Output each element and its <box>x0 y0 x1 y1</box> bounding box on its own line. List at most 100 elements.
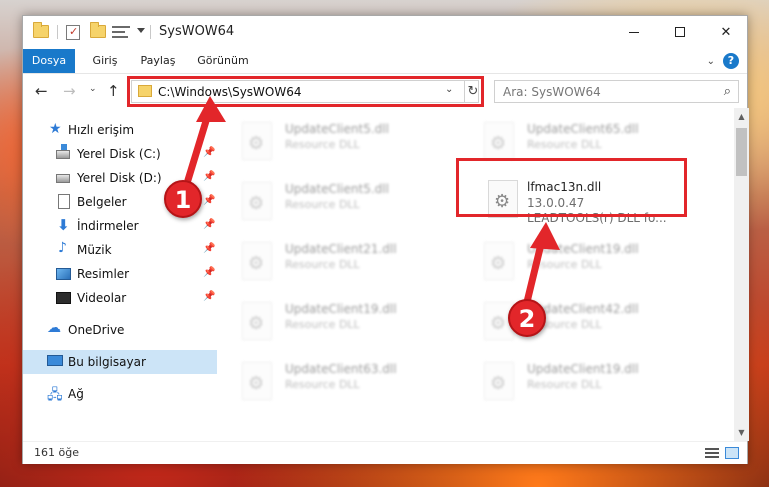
scroll-up-icon[interactable]: ▲ <box>734 108 749 125</box>
tab-share[interactable]: Paylaş <box>133 49 183 73</box>
computer-icon <box>47 355 63 366</box>
dll-file-icon <box>242 242 272 280</box>
search-box[interactable]: Ara: SysWOW64 ⌕ <box>494 80 739 103</box>
file-name: UpdateClient19.dll <box>285 302 397 316</box>
file-name: UpdateClient21.dll <box>285 242 397 256</box>
file-description: Resource DLL <box>285 378 360 391</box>
ribbon-expand-icon[interactable]: ⌄ <box>707 56 715 67</box>
pin-icon[interactable]: 📌 <box>203 147 215 158</box>
up-arrow-icon[interactable]: ↑ <box>107 82 120 100</box>
qat-separator <box>57 25 58 39</box>
sidebar-item-label: Müzik <box>77 243 112 257</box>
file-description: Resource DLL <box>285 198 360 211</box>
close-button[interactable]: ✕ <box>703 16 749 48</box>
step-badge-1: 1 <box>164 180 202 218</box>
maximize-button[interactable] <box>657 16 703 48</box>
pin-icon[interactable]: 📌 <box>203 171 215 182</box>
back-arrow-icon[interactable]: ← <box>35 82 48 100</box>
star-icon: ★ <box>49 121 62 137</box>
qat-dropdown-icon[interactable] <box>137 28 145 33</box>
close-icon: ✕ <box>720 24 732 40</box>
search-icon[interactable]: ⌕ <box>724 84 731 99</box>
sidebar-item-label: OneDrive <box>68 323 125 337</box>
sidebar-item-downloads[interactable]: ⬇ İndirmeler 📌 <box>23 214 217 238</box>
sidebar-item-label: Ağ <box>68 387 84 401</box>
forward-arrow-icon[interactable]: → <box>63 82 76 100</box>
sidebar-item-label: Resimler <box>77 267 130 281</box>
file-name: UpdateClient19.dll <box>527 362 639 376</box>
file-item[interactable]: UpdateClient5.dll Resource DLL <box>237 118 467 168</box>
tab-view[interactable]: Görünüm <box>191 49 255 73</box>
pictures-icon <box>56 268 71 280</box>
window-title: SysWOW64 <box>159 24 235 39</box>
sidebar-item-pictures[interactable]: Resimler 📌 <box>23 262 217 286</box>
dll-file-icon <box>484 242 514 280</box>
drive-icon <box>56 144 70 159</box>
large-icons-view-icon[interactable] <box>725 447 739 459</box>
properties-check-icon[interactable] <box>66 25 80 40</box>
file-description: Resource DLL <box>527 258 602 271</box>
file-item[interactable]: UpdateClient21.dll Resource DLL <box>237 238 467 288</box>
pin-icon[interactable]: 📌 <box>203 243 215 254</box>
dll-file-icon <box>242 122 272 160</box>
music-icon: ♪ <box>58 240 67 256</box>
dll-file-icon <box>484 362 514 400</box>
details-view-icon[interactable] <box>705 447 719 459</box>
dll-file-icon <box>242 362 272 400</box>
search-placeholder: Ara: SysWOW64 <box>503 85 601 99</box>
cloud-icon: ☁ <box>47 320 61 336</box>
scroll-thumb[interactable] <box>736 128 747 176</box>
pin-icon[interactable]: 📌 <box>203 291 215 302</box>
file-name: UpdateClient65.dll <box>527 122 639 136</box>
dll-file-icon <box>484 122 514 160</box>
scroll-down-icon[interactable]: ▼ <box>734 424 749 441</box>
maximize-icon <box>675 27 685 37</box>
drive-icon <box>56 174 70 183</box>
navigation-pane: ★ Hızlı erişim Yerel Disk (C:) 📌 Yerel D… <box>23 108 217 441</box>
file-name: UpdateClient19.dll <box>527 242 639 256</box>
file-description: Resource DLL <box>285 318 360 331</box>
file-highlight-box <box>456 158 687 217</box>
video-icon <box>56 292 71 304</box>
help-icon[interactable]: ? <box>723 53 739 69</box>
file-description: Resource DLL <box>285 258 360 271</box>
pin-icon[interactable]: 📌 <box>203 195 215 206</box>
file-item[interactable]: UpdateClient5.dll Resource DLL <box>237 178 467 228</box>
file-description: Resource DLL <box>527 138 602 151</box>
sidebar-item-quick-access[interactable]: ★ Hızlı erişim <box>23 118 217 142</box>
recent-locations-icon[interactable]: ⌄ <box>89 84 97 94</box>
tab-home[interactable]: Giriş <box>83 49 127 73</box>
sidebar-item-onedrive[interactable]: ☁ OneDrive <box>23 318 217 342</box>
sidebar-item-music[interactable]: ♪ Müzik 📌 <box>23 238 217 262</box>
download-icon: ⬇ <box>57 216 70 234</box>
sidebar-item-network[interactable]: 🖧 Ağ <box>23 382 217 406</box>
file-name: UpdateClient5.dll <box>285 122 389 136</box>
sidebar-item-label: Bu bilgisayar <box>68 355 146 369</box>
network-icon: 🖧 <box>47 387 63 403</box>
vertical-scrollbar[interactable]: ▲ ▼ <box>734 108 749 441</box>
sidebar-item-label: Yerel Disk (C:) <box>77 147 161 161</box>
file-item[interactable]: UpdateClient19.dll Resource DLL <box>237 298 467 348</box>
step-badge-2: 2 <box>508 299 546 337</box>
dll-file-icon <box>242 182 272 220</box>
sidebar-item-label: Belgeler <box>77 195 127 209</box>
ribbon-tabs: Dosya Giriş Paylaş Görünüm ⌄ ? <box>23 49 747 99</box>
sidebar-item-local-disk-c[interactable]: Yerel Disk (C:) 📌 <box>23 142 217 166</box>
file-item[interactable]: UpdateClient19.dll Resource DLL <box>479 358 709 408</box>
qat-customize-icon[interactable] <box>112 25 130 39</box>
new-folder-icon[interactable] <box>90 22 106 38</box>
pin-icon[interactable]: 📌 <box>203 219 215 230</box>
sidebar-item-this-pc[interactable]: Bu bilgisayar <box>23 350 217 374</box>
file-item[interactable]: UpdateClient63.dll Resource DLL <box>237 358 467 408</box>
dll-file-icon <box>242 302 272 340</box>
title-separator <box>150 25 151 39</box>
document-icon <box>58 194 70 209</box>
sidebar-item-label: İndirmeler <box>77 219 139 233</box>
file-name: UpdateClient63.dll <box>285 362 397 376</box>
item-count: 161 öğe <box>34 446 79 459</box>
file-item[interactable]: UpdateClient19.dll Resource DLL <box>479 238 709 288</box>
minimize-button[interactable] <box>611 16 657 48</box>
pin-icon[interactable]: 📌 <box>203 267 215 278</box>
title-bar: SysWOW64 ✕ <box>23 16 747 49</box>
sidebar-item-videos[interactable]: Videolar 📌 <box>23 286 217 310</box>
